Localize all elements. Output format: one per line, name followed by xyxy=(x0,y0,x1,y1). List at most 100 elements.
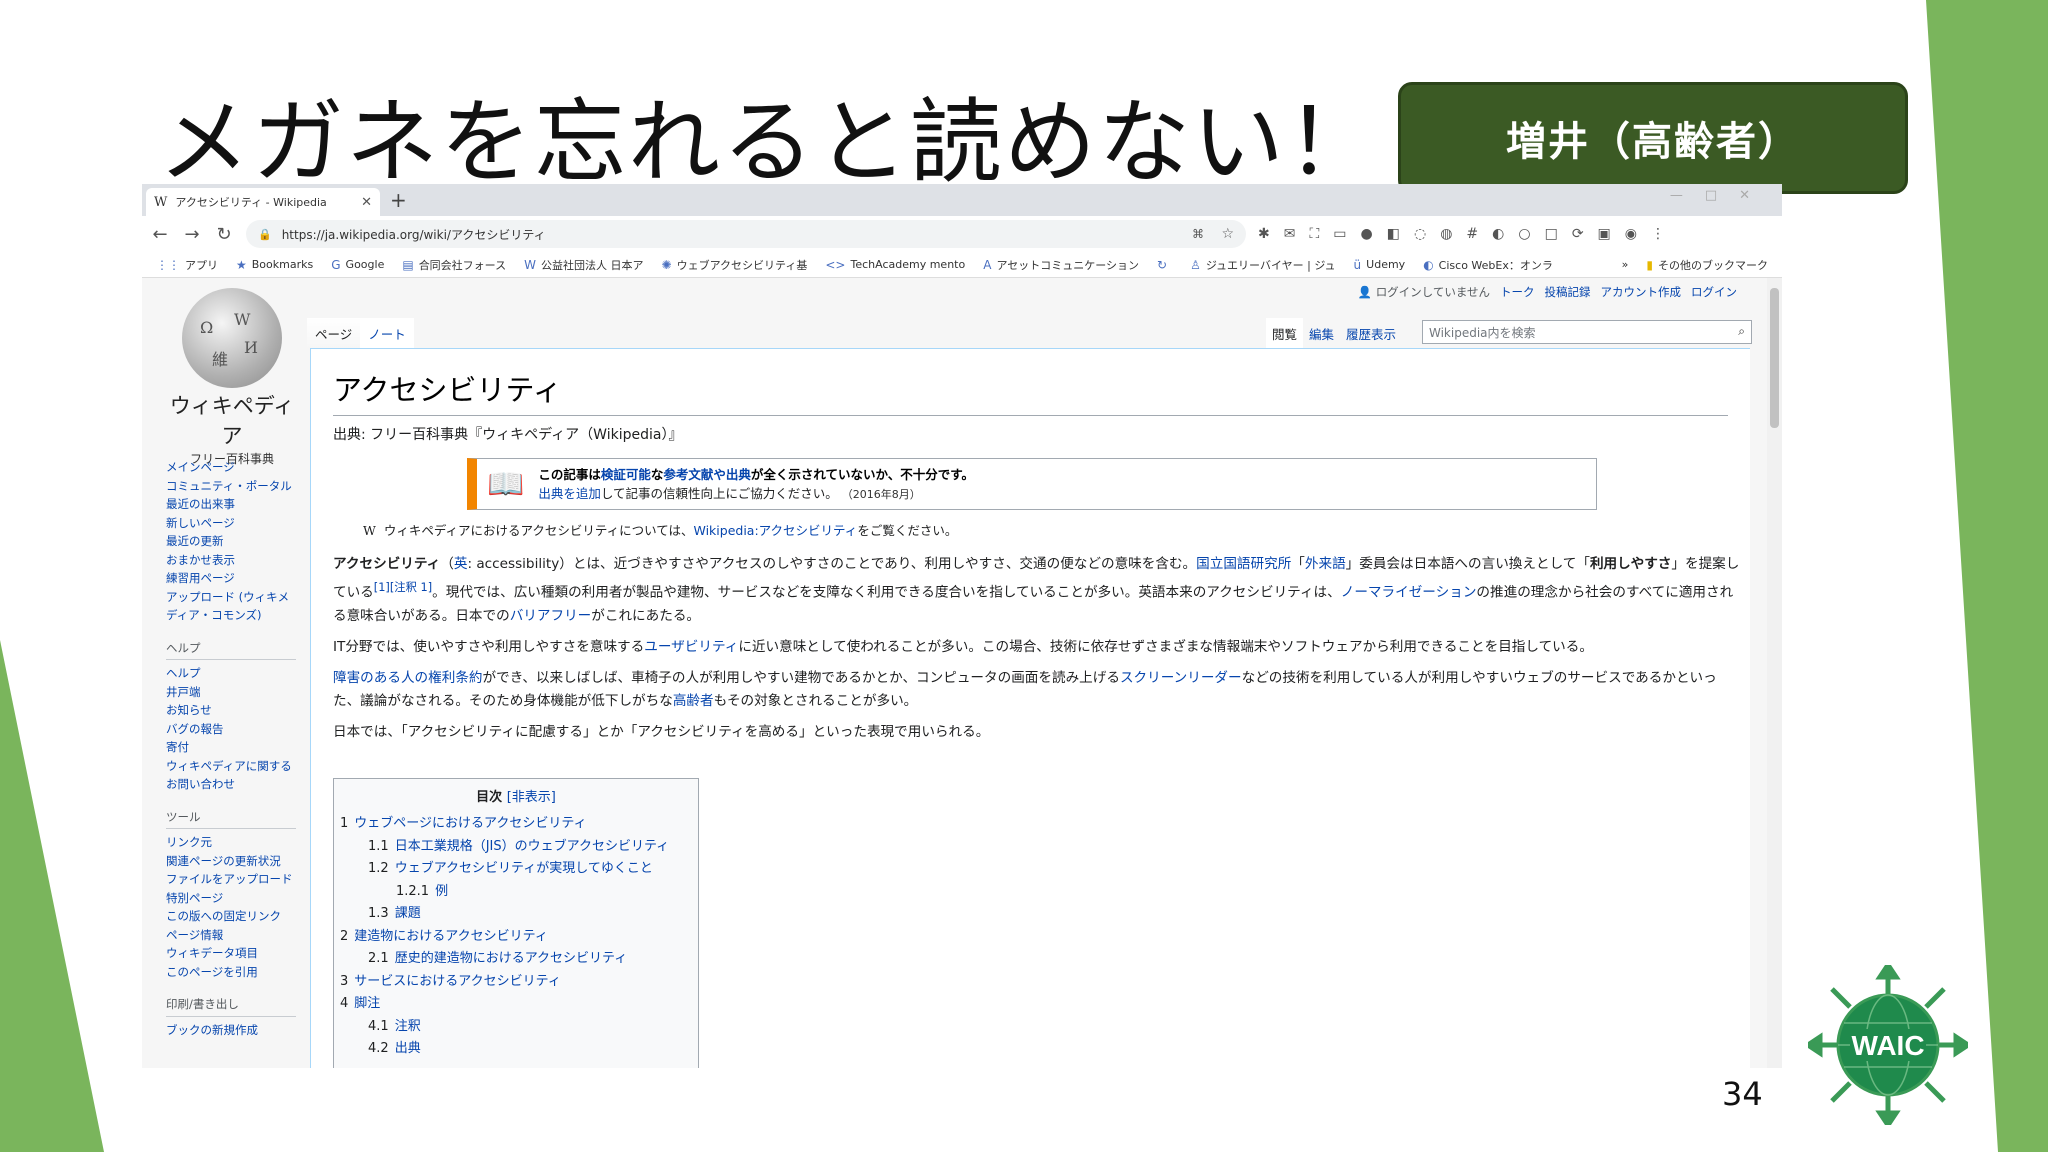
bookmark-item[interactable]: ↻ xyxy=(1157,258,1172,272)
create-account-link[interactable]: アカウント作成 xyxy=(1601,284,1682,300)
bookmark-star-icon[interactable]: ☆ xyxy=(1221,226,1234,242)
add-source-link[interactable]: 出典を追加 xyxy=(538,486,601,501)
tab-read[interactable]: 閲覧 xyxy=(1266,318,1304,349)
forward-icon[interactable]: → xyxy=(182,224,202,245)
extension-globe-icon[interactable]: ◍ xyxy=(1440,226,1452,242)
more-bookmarks-button[interactable]: » xyxy=(1622,258,1629,271)
bookmark-item[interactable]: W 公益社団法人 日本ア xyxy=(524,257,643,273)
screen-reader-link[interactable]: スクリーンリーダー xyxy=(1120,670,1242,686)
extension-d-icon[interactable]: ◐ xyxy=(1492,226,1504,242)
toc-item[interactable]: 3 サービスにおけるアクセシビリティ xyxy=(340,971,692,994)
sidebar-nav-link[interactable]: メインページ xyxy=(166,458,296,477)
bookmark-item[interactable]: ▤ 合同会社フォース xyxy=(402,257,506,273)
other-bookmarks-folder[interactable]: ▮ その他のブックマーク xyxy=(1646,257,1768,273)
browser-tab[interactable]: W アクセシビリティ - Wikipedia ✕ xyxy=(146,188,380,216)
bookmark-item[interactable]: ★ Bookmarks xyxy=(236,258,313,272)
sidebar-tools-link[interactable]: この版への固定リンク xyxy=(166,907,296,926)
bookmark-item[interactable]: <> TechAcademy mento xyxy=(825,258,965,272)
back-icon[interactable]: ← xyxy=(150,224,170,245)
sidebar-nav-link[interactable]: コミュニティ・ポータル xyxy=(166,477,296,496)
sidebar-print-link[interactable]: ブックの新規作成 xyxy=(166,1021,296,1040)
tab-history[interactable]: 履歴表示 xyxy=(1340,318,1402,349)
sidebar-tools-link[interactable]: 特別ページ xyxy=(166,889,296,908)
sidebar-nav-link[interactable]: 練習用ページ xyxy=(166,569,296,588)
citation-link[interactable]: [1][注釈 1] xyxy=(374,580,432,594)
profile-avatar-icon[interactable]: ◉ xyxy=(1625,226,1637,242)
scrollbar-thumb[interactable] xyxy=(1770,288,1779,428)
sidebar-nav-link[interactable]: 新しいページ xyxy=(166,514,296,533)
sidebar-help-link[interactable]: お知らせ xyxy=(166,701,296,720)
translate-icon[interactable]: ⌘ xyxy=(1192,227,1204,241)
sidebar-nav-link[interactable]: 最近の更新 xyxy=(166,532,296,551)
toc-item[interactable]: 2.1 歴史的建造物におけるアクセシビリティ xyxy=(340,948,692,971)
sidebar-tools-link[interactable]: ファイルをアップロード xyxy=(166,870,296,889)
usability-link[interactable]: ユーザビリティ xyxy=(644,639,738,655)
bookmark-item[interactable]: G Google xyxy=(331,258,384,272)
sidebar-nav-link[interactable]: おまかせ表示 xyxy=(166,551,296,570)
lock-icon[interactable]: 🔒 xyxy=(258,228,272,241)
references-link[interactable]: 参考文献や出典 xyxy=(663,467,751,482)
window-controls[interactable]: —□✕ xyxy=(1670,188,1772,203)
sidebar-tools-link[interactable]: 関連ページの更新状況 xyxy=(166,852,296,871)
reload-icon[interactable]: ↻ xyxy=(214,224,234,245)
sidebar-nav-link[interactable]: 最近の出来事 xyxy=(166,495,296,514)
toc-item[interactable]: 1.1 日本工業規格（JIS）のウェブアクセシビリティ xyxy=(340,836,692,859)
extension-box-icon[interactable]: ▣ xyxy=(1598,226,1611,242)
url-text[interactable]: https://ja.wikipedia.org/wiki/アクセシビリティ xyxy=(282,226,546,243)
tab-edit[interactable]: 編集 xyxy=(1303,318,1340,349)
extension-chat-icon[interactable]: ◌ xyxy=(1414,226,1426,242)
elderly-link[interactable]: 高齢者 xyxy=(673,693,714,709)
sidebar-help-link[interactable]: バグの報告 xyxy=(166,720,296,739)
extension-blank-icon[interactable]: □ xyxy=(1545,226,1558,242)
sidebar-help-link[interactable]: 寄付 xyxy=(166,738,296,757)
sidebar-tools-link[interactable]: リンク元 xyxy=(166,833,296,852)
extension-sync-icon[interactable]: ⟳ xyxy=(1572,226,1584,242)
sidebar-tools-link[interactable]: ページ情報 xyxy=(166,926,296,945)
extension-check-icon[interactable]: ● xyxy=(1361,226,1373,242)
barrier-free-link[interactable]: バリアフリー xyxy=(510,608,592,624)
bookmark-item[interactable]: ◐ Cisco WebEx：オンラ xyxy=(1423,257,1553,273)
bookmark-item[interactable]: ⋮⋮ アプリ xyxy=(156,257,218,273)
menu-kebab-icon[interactable]: ⋮ xyxy=(1651,226,1665,242)
extension-hash-icon[interactable]: # xyxy=(1466,226,1478,242)
close-tab-icon[interactable]: ✕ xyxy=(361,195,372,210)
extension-capture-icon[interactable]: ⛶ xyxy=(1309,226,1319,242)
login-link[interactable]: ログイン xyxy=(1691,284,1737,300)
toc-toggle-link[interactable]: [非表示] xyxy=(507,790,556,805)
contribs-link[interactable]: 投稿記録 xyxy=(1545,284,1591,300)
bookmark-item[interactable]: A アセットコミュニケーション xyxy=(983,257,1139,273)
crpd-link[interactable]: 障害のある人の権利条約 xyxy=(333,670,483,686)
hatnote-link[interactable]: Wikipedia:アクセシビリティ xyxy=(694,523,858,538)
toc-item[interactable]: 1.2.1 例 xyxy=(340,881,692,904)
toc-item[interactable]: 4 脚注 xyxy=(340,993,692,1016)
sidebar-tools-link[interactable]: ウィキデータ項目 xyxy=(166,944,296,963)
search-icon[interactable]: ⌕ xyxy=(1738,324,1745,339)
sidebar-nav-link[interactable]: アップロード (ウィキメディア・コモンズ) xyxy=(166,588,296,625)
bookmark-item[interactable]: ü Udemy xyxy=(1354,258,1406,272)
bookmark-item[interactable]: ✺ ウェブアクセシビリティ基 xyxy=(662,257,808,273)
sidebar-tools-link[interactable]: このページを引用 xyxy=(166,963,296,982)
talk-link[interactable]: トーク xyxy=(1500,284,1535,300)
sidebar-help-link[interactable]: ウィキペディアに関するお問い合わせ xyxy=(166,757,296,794)
bookmark-item[interactable]: ♙ ジュエリーバイヤー | ジュ xyxy=(1190,257,1335,273)
extension-circle-icon[interactable]: ○ xyxy=(1518,226,1530,242)
toc-item[interactable]: 1.3 課題 xyxy=(340,903,692,926)
wiki-search-input[interactable]: Wikipedia内を検索 ⌕ xyxy=(1422,320,1752,344)
extension-puzzle-icon[interactable]: ✱ xyxy=(1258,226,1270,242)
english-link[interactable]: 英 xyxy=(454,556,468,572)
ninjal-link[interactable]: 国立国語研究所 xyxy=(1196,556,1291,572)
extension-mail-icon[interactable]: ✉ xyxy=(1284,226,1296,242)
toc-item[interactable]: 4.2 出典 xyxy=(340,1038,692,1061)
new-tab-button[interactable]: + xyxy=(390,188,407,212)
gairaigo-link[interactable]: 外来語 xyxy=(1305,556,1346,572)
wikipedia-logo[interactable]: ΩWИ維 ウィキペディア フリー百科事典 xyxy=(162,288,302,467)
verifiable-link[interactable]: 検証可能 xyxy=(601,467,651,482)
extension-cast-icon[interactable]: ▭ xyxy=(1333,226,1346,242)
toc-item[interactable]: 1.2 ウェブアクセシビリティが実現してゆくこと xyxy=(340,858,692,881)
extension-blue-icon[interactable]: ◧ xyxy=(1387,226,1400,242)
normalization-link[interactable]: ノーマライゼーション xyxy=(1341,585,1477,601)
address-bar[interactable]: 🔒 https://ja.wikipedia.org/wiki/アクセシビリティ… xyxy=(246,220,1246,248)
tab-page[interactable]: ページ xyxy=(307,318,361,349)
tab-note[interactable]: ノート xyxy=(360,318,414,349)
toc-item[interactable]: 4.1 注釈 xyxy=(340,1016,692,1039)
